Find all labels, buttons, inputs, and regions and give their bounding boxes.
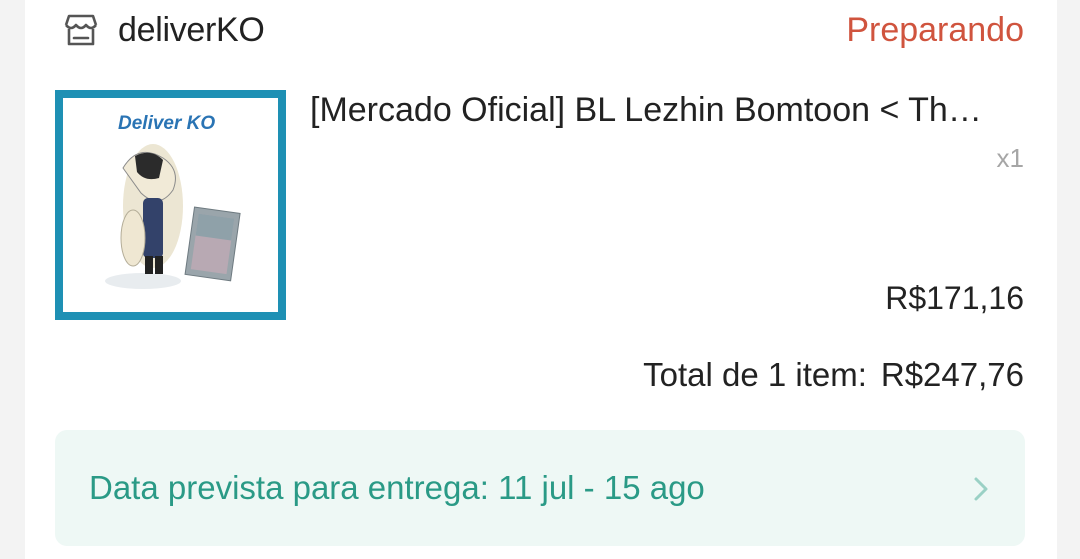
product-price: R$171,16 bbox=[885, 280, 1024, 316]
chevron-right-icon bbox=[974, 477, 988, 501]
product-thumbnail[interactable]: Deliver KO bbox=[55, 90, 286, 320]
shop-name[interactable]: deliverKO bbox=[118, 11, 265, 50]
order-status: Preparando bbox=[846, 11, 1024, 49]
product-title[interactable]: [Mercado Oficial] BL Lezhin Bomtoon < Th… bbox=[310, 88, 1026, 132]
order-total-value: R$247,76 bbox=[880, 356, 1024, 393]
order-card[interactable]: deliverKO Preparando Deliver KO [Mercado… bbox=[25, 0, 1057, 559]
product-image-brand: Deliver KO bbox=[118, 113, 215, 134]
shop-header[interactable]: deliverKO bbox=[62, 8, 265, 52]
store-icon bbox=[64, 14, 98, 46]
order-total-label: Total de 1 item: bbox=[643, 356, 867, 393]
delivery-estimate-text: Data prevista para entrega: 11 jul - 15 … bbox=[89, 469, 705, 506]
delivery-estimate-banner[interactable]: Data prevista para entrega: 11 jul - 15 … bbox=[55, 430, 1025, 546]
product-quantity: x1 bbox=[996, 143, 1024, 173]
order-total: Total de 1 item: R$247,76 bbox=[643, 354, 1024, 396]
